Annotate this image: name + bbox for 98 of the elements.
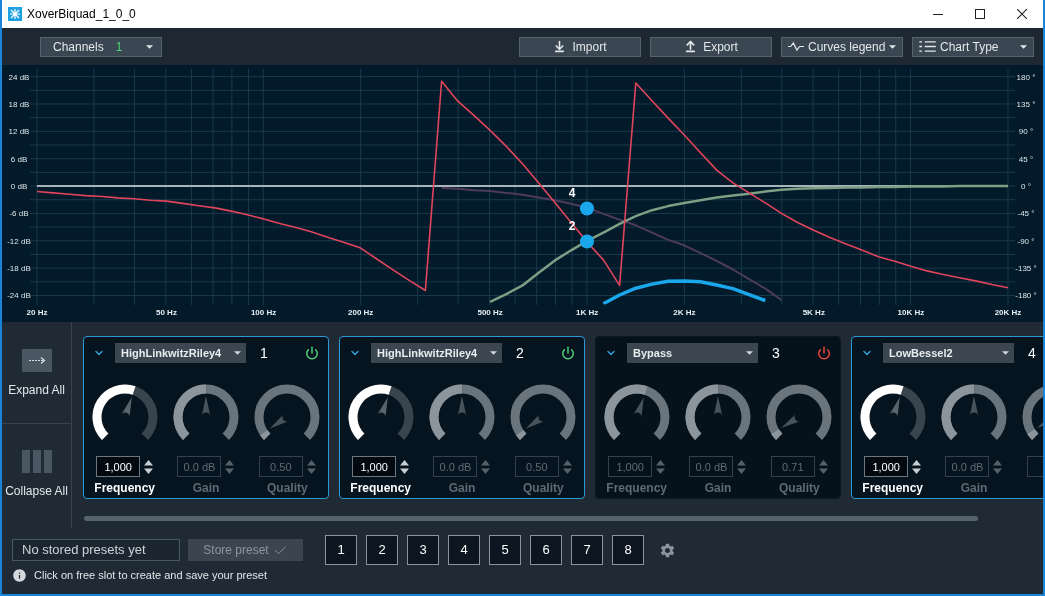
- tick-label: 12 dB: [8, 127, 30, 137]
- caret-down-icon: [146, 44, 153, 49]
- preset-slot-button[interactable]: 1: [325, 535, 357, 565]
- tick-label: 180 °: [1016, 72, 1036, 82]
- spin-arrows-icon[interactable]: [400, 458, 410, 475]
- knob-label: Frequency: [350, 481, 411, 496]
- import-button[interactable]: Import: [519, 36, 641, 57]
- caret-down-icon: [490, 351, 497, 355]
- tick-label: -24 dB: [7, 291, 31, 301]
- tick-label: 500 Hz: [477, 308, 503, 317]
- filter-type-dropdown[interactable]: HighLinkwitzRiley4: [115, 343, 246, 363]
- power-icon[interactable]: [561, 346, 575, 360]
- tick-label: -180 °: [1015, 291, 1037, 301]
- knob-label: Gain: [192, 481, 220, 496]
- filter-number: 4: [1028, 345, 1036, 361]
- filter-type-dropdown[interactable]: LowBessel2: [883, 343, 1014, 363]
- caret-down-icon: [746, 351, 753, 355]
- rotary-knob[interactable]: [859, 384, 926, 442]
- waveform-icon: [788, 42, 804, 51]
- tick-label: 200 Hz: [348, 308, 374, 317]
- filter-number: 2: [516, 345, 524, 361]
- tick-label: 2K Hz: [673, 308, 696, 317]
- knob-label: Frequency: [862, 481, 923, 496]
- tick-label: -12 dB: [7, 236, 31, 246]
- value-field[interactable]: 1,000: [864, 456, 909, 477]
- upload-icon: [684, 40, 698, 53]
- info-text: Click on free slot to create and save your preset: [34, 567, 267, 583]
- chart-type-dropdown[interactable]: Chart Type: [912, 36, 1034, 57]
- tick-label: 20K Hz: [994, 308, 1022, 317]
- arrow-right-icon: [21, 349, 52, 372]
- tick-label: 24 dB: [8, 72, 30, 82]
- tick-label: -135 °: [1015, 264, 1037, 274]
- value-field[interactable]: 1,000: [96, 456, 141, 477]
- download-icon: [553, 40, 567, 53]
- settings-icon[interactable]: [659, 541, 676, 559]
- preset-slot-button[interactable]: 2: [366, 535, 398, 565]
- spin-arrows-icon[interactable]: [912, 458, 922, 475]
- list-icon: [919, 41, 936, 52]
- knob-label: Gain: [960, 481, 988, 496]
- tick-label: 45 °: [1018, 154, 1034, 164]
- preset-slot-button[interactable]: 5: [489, 535, 521, 565]
- handle-label: 4: [568, 186, 576, 200]
- preset-slot-button[interactable]: 3: [407, 535, 439, 565]
- knob-label: Quality: [267, 481, 308, 496]
- knob-label: Frequency: [606, 481, 667, 496]
- tick-label: -18 dB: [7, 264, 31, 274]
- power-icon[interactable]: [305, 346, 319, 360]
- tick-label: 18 dB: [8, 100, 30, 109]
- tick-label: 6 dB: [10, 154, 28, 164]
- knob-label: Gain: [448, 481, 476, 496]
- collapse-all-button[interactable]: Collapse All: [2, 424, 71, 528]
- tick-label: 10K Hz: [897, 308, 925, 317]
- power-icon[interactable]: [817, 346, 831, 360]
- filter-type-dropdown[interactable]: HighLinkwitzRiley4: [371, 343, 502, 363]
- scrollbar-thumb[interactable]: [84, 516, 978, 521]
- value-field[interactable]: 1,000: [352, 456, 397, 477]
- rotary-knob[interactable]: [91, 384, 158, 442]
- preset-slot-button[interactable]: 6: [530, 535, 562, 565]
- tick-label: 135 °: [1016, 100, 1036, 109]
- info-icon: [12, 567, 27, 583]
- three-bars-icon: [21, 450, 52, 473]
- window-title: XoverBiquad_1_0_0: [27, 6, 136, 23]
- filter-number: 3: [772, 345, 780, 361]
- tick-label: 0 °: [1021, 182, 1031, 192]
- caret-down-icon: [234, 351, 241, 355]
- tick-label: 100 Hz: [250, 308, 277, 317]
- knob-label: Gain: [704, 481, 732, 496]
- tick-label: 5K Hz: [802, 308, 825, 317]
- caret-down-icon: [1002, 351, 1009, 355]
- tick-label: -90 °: [1017, 236, 1035, 246]
- curves-legend-dropdown[interactable]: Curves legend: [781, 36, 903, 57]
- tick-label: 20 Hz: [26, 308, 48, 317]
- spin-arrows-icon[interactable]: [144, 458, 154, 475]
- app-icon: [8, 7, 22, 21]
- tick-label: -45 °: [1017, 209, 1035, 219]
- close-icon: [1017, 9, 1027, 19]
- channels-dropdown[interactable]: Channels 1: [40, 36, 162, 57]
- knob-label: Quality: [779, 481, 820, 496]
- filter-number: 1: [260, 345, 268, 361]
- preset-slot-button[interactable]: 7: [571, 535, 603, 565]
- preset-name-field[interactable]: No stored presets yet: [12, 539, 180, 561]
- expand-all-button[interactable]: Expand All: [2, 322, 71, 423]
- handle-marker-icon[interactable]: [580, 201, 594, 216]
- maximize-icon: [975, 9, 985, 19]
- tick-label: -6 dB: [9, 209, 29, 219]
- rotary-knob[interactable]: [347, 384, 414, 442]
- tick-label: 1K Hz: [576, 308, 599, 317]
- preset-slot-button[interactable]: 8: [612, 535, 644, 565]
- tick-label: 50 Hz: [156, 308, 177, 317]
- filter-type-dropdown[interactable]: Bypass: [627, 343, 758, 363]
- knob-label: Frequency: [94, 481, 155, 496]
- knob-label: Quality: [523, 481, 564, 496]
- export-button[interactable]: Export: [650, 36, 772, 57]
- tick-label: 0 dB: [10, 182, 28, 192]
- minimize-icon: [933, 13, 943, 15]
- handle-marker-icon[interactable]: [580, 234, 594, 249]
- tick-label: 90 °: [1018, 127, 1034, 137]
- preset-slot-button[interactable]: 4: [448, 535, 480, 565]
